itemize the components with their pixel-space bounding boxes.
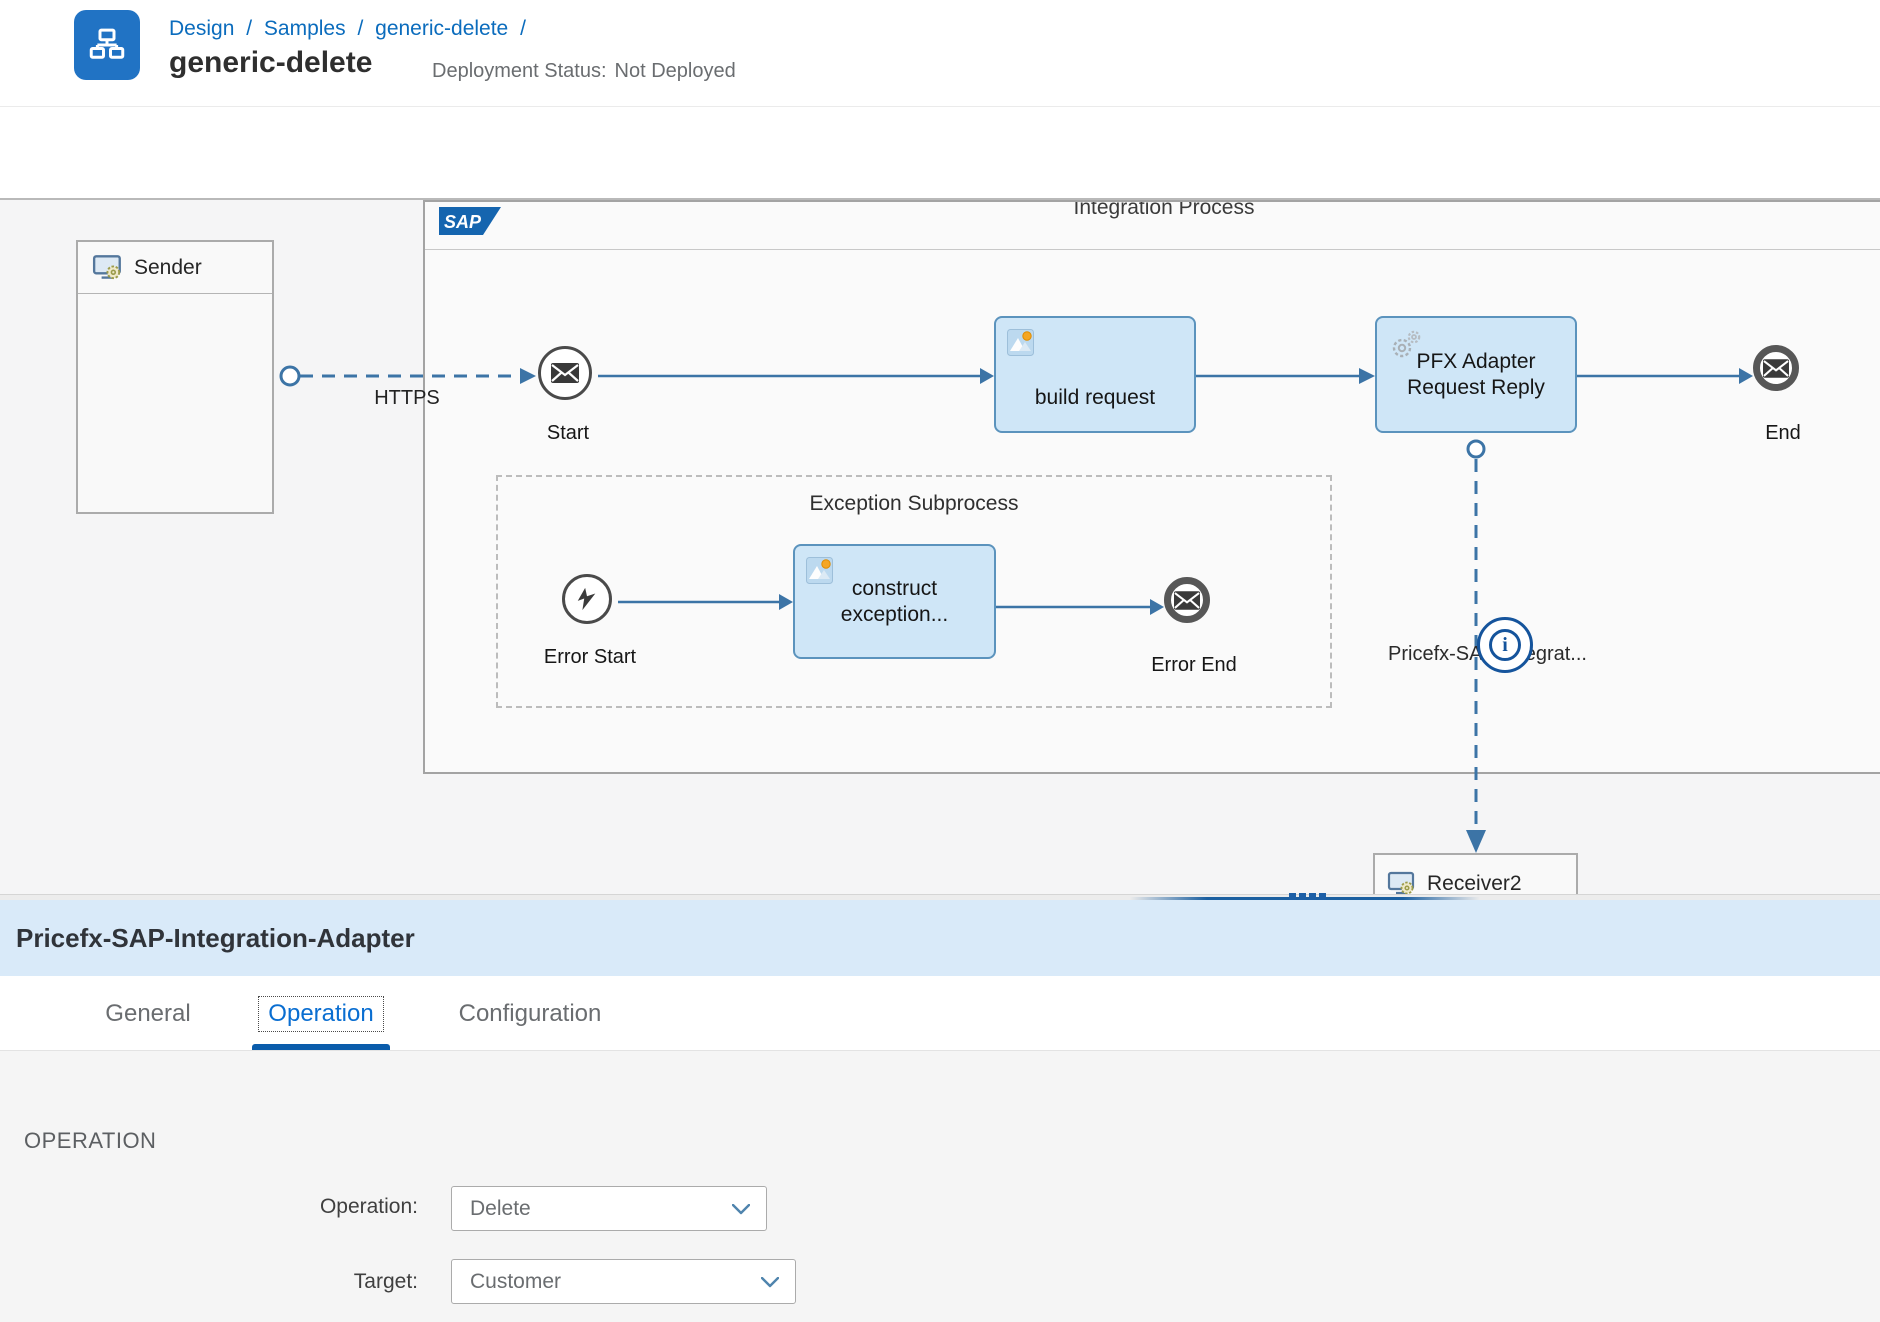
breadcrumb-separator: /	[246, 17, 252, 40]
deployment-status-label: Deployment Status:	[432, 60, 607, 82]
operation-select-value: Delete	[470, 1187, 531, 1230]
chevron-down-icon	[732, 1204, 750, 1215]
content-modifier-icon	[1007, 329, 1034, 356]
sap-logo: SAP	[439, 207, 501, 235]
error-lightning-icon	[575, 586, 599, 612]
end-event[interactable]	[1753, 345, 1799, 391]
task-construct-exception[interactable]: construct exception...	[793, 544, 996, 659]
receiver-header: Receiver2	[1375, 855, 1576, 894]
target-select-value: Customer	[470, 1260, 561, 1303]
operation-section-title: OPERATION	[24, 1128, 156, 1154]
operation-select[interactable]: Delete	[451, 1186, 767, 1231]
sender-participant[interactable]: Sender	[76, 240, 274, 514]
error-start-event[interactable]	[562, 574, 612, 624]
property-panel-title: Pricefx-SAP-Integration-Adapter	[16, 900, 1880, 976]
info-icon: i	[1489, 629, 1521, 661]
message-icon	[551, 363, 579, 383]
active-tab-underline	[252, 1044, 390, 1050]
breadcrumb-link-design[interactable]: Design	[169, 17, 234, 40]
task-label-line2: Request Reply	[1407, 375, 1545, 401]
task-pfx-adapter-request-reply[interactable]: PFX Adapter Request Reply	[1375, 316, 1577, 433]
message-icon	[1174, 591, 1200, 610]
error-end-label: Error End	[1121, 654, 1267, 677]
message-icon	[1763, 359, 1789, 378]
sender-header: Sender	[78, 242, 272, 294]
tab-general[interactable]: General	[84, 976, 212, 1051]
task-label-line2: exception...	[841, 602, 948, 628]
breadcrumb-separator: /	[520, 17, 526, 40]
task-build-request[interactable]: build request	[994, 316, 1196, 433]
start-event[interactable]	[538, 346, 592, 400]
breadcrumb-link-generic-delete[interactable]: generic-delete	[375, 17, 508, 40]
system-icon	[1387, 869, 1417, 894]
tab-configuration-label: Configuration	[459, 1000, 602, 1028]
page-title: generic-delete	[169, 46, 372, 80]
bpmn-canvas[interactable]: SAP Integration Process	[0, 200, 1880, 894]
task-label-line1: PFX Adapter	[1416, 349, 1535, 375]
receiver-label: Receiver2	[1427, 872, 1522, 894]
tab-configuration[interactable]: Configuration	[440, 976, 620, 1051]
breadcrumb: Design / Samples / generic-delete /	[169, 17, 532, 41]
tab-operation[interactable]: Operation	[252, 976, 390, 1051]
message-flow-source-port	[281, 367, 299, 385]
editor-toolbar	[0, 106, 1880, 200]
system-icon	[92, 252, 124, 284]
deployment-status: Deployment Status: Not Deployed	[432, 60, 736, 83]
error-end-event[interactable]	[1164, 577, 1210, 623]
end-event-label: End	[1723, 422, 1843, 445]
target-field-label: Target:	[100, 1270, 418, 1294]
property-panel-tabbar: General Operation Configuration	[0, 976, 1880, 1051]
operation-field-label: Operation:	[100, 1195, 418, 1219]
task-label-line1: construct	[852, 576, 937, 602]
cpi-designer-window: Design / Samples / generic-delete / gene…	[0, 0, 1880, 1322]
sender-label: Sender	[134, 256, 202, 280]
receiver-participant[interactable]: Receiver2	[1373, 853, 1578, 894]
content-modifier-icon	[806, 557, 833, 584]
property-panel: Pricefx-SAP-Integration-Adapter General …	[0, 900, 1880, 1322]
page-header: Design / Samples / generic-delete / gene…	[0, 0, 1880, 106]
svg-text:SAP: SAP	[444, 212, 482, 232]
breadcrumb-separator: /	[357, 17, 363, 40]
request-reply-gears-icon	[1388, 329, 1424, 361]
exception-subprocess-title: Exception Subprocess	[498, 477, 1330, 516]
breadcrumb-link-samples[interactable]: Samples	[264, 17, 346, 40]
task-label: build request	[1035, 385, 1155, 411]
tab-operation-label: Operation	[258, 996, 383, 1032]
integration-flow-icon	[74, 10, 140, 80]
error-start-label: Error Start	[517, 646, 663, 669]
pool-header: SAP Integration Process	[425, 202, 1880, 250]
https-connection-label[interactable]: HTTPS	[347, 387, 467, 410]
pool-title: Integration Process	[1074, 202, 1255, 220]
target-select[interactable]: Customer	[451, 1259, 796, 1304]
deployment-status-value: Not Deployed	[615, 60, 736, 82]
start-event-label: Start	[508, 422, 628, 445]
org-chart-icon	[86, 23, 128, 67]
tab-general-label: General	[105, 1000, 190, 1028]
chevron-down-icon	[761, 1277, 779, 1288]
property-panel-header: Pricefx-SAP-Integration-Adapter	[0, 900, 1880, 976]
info-badge[interactable]: i	[1477, 617, 1533, 673]
